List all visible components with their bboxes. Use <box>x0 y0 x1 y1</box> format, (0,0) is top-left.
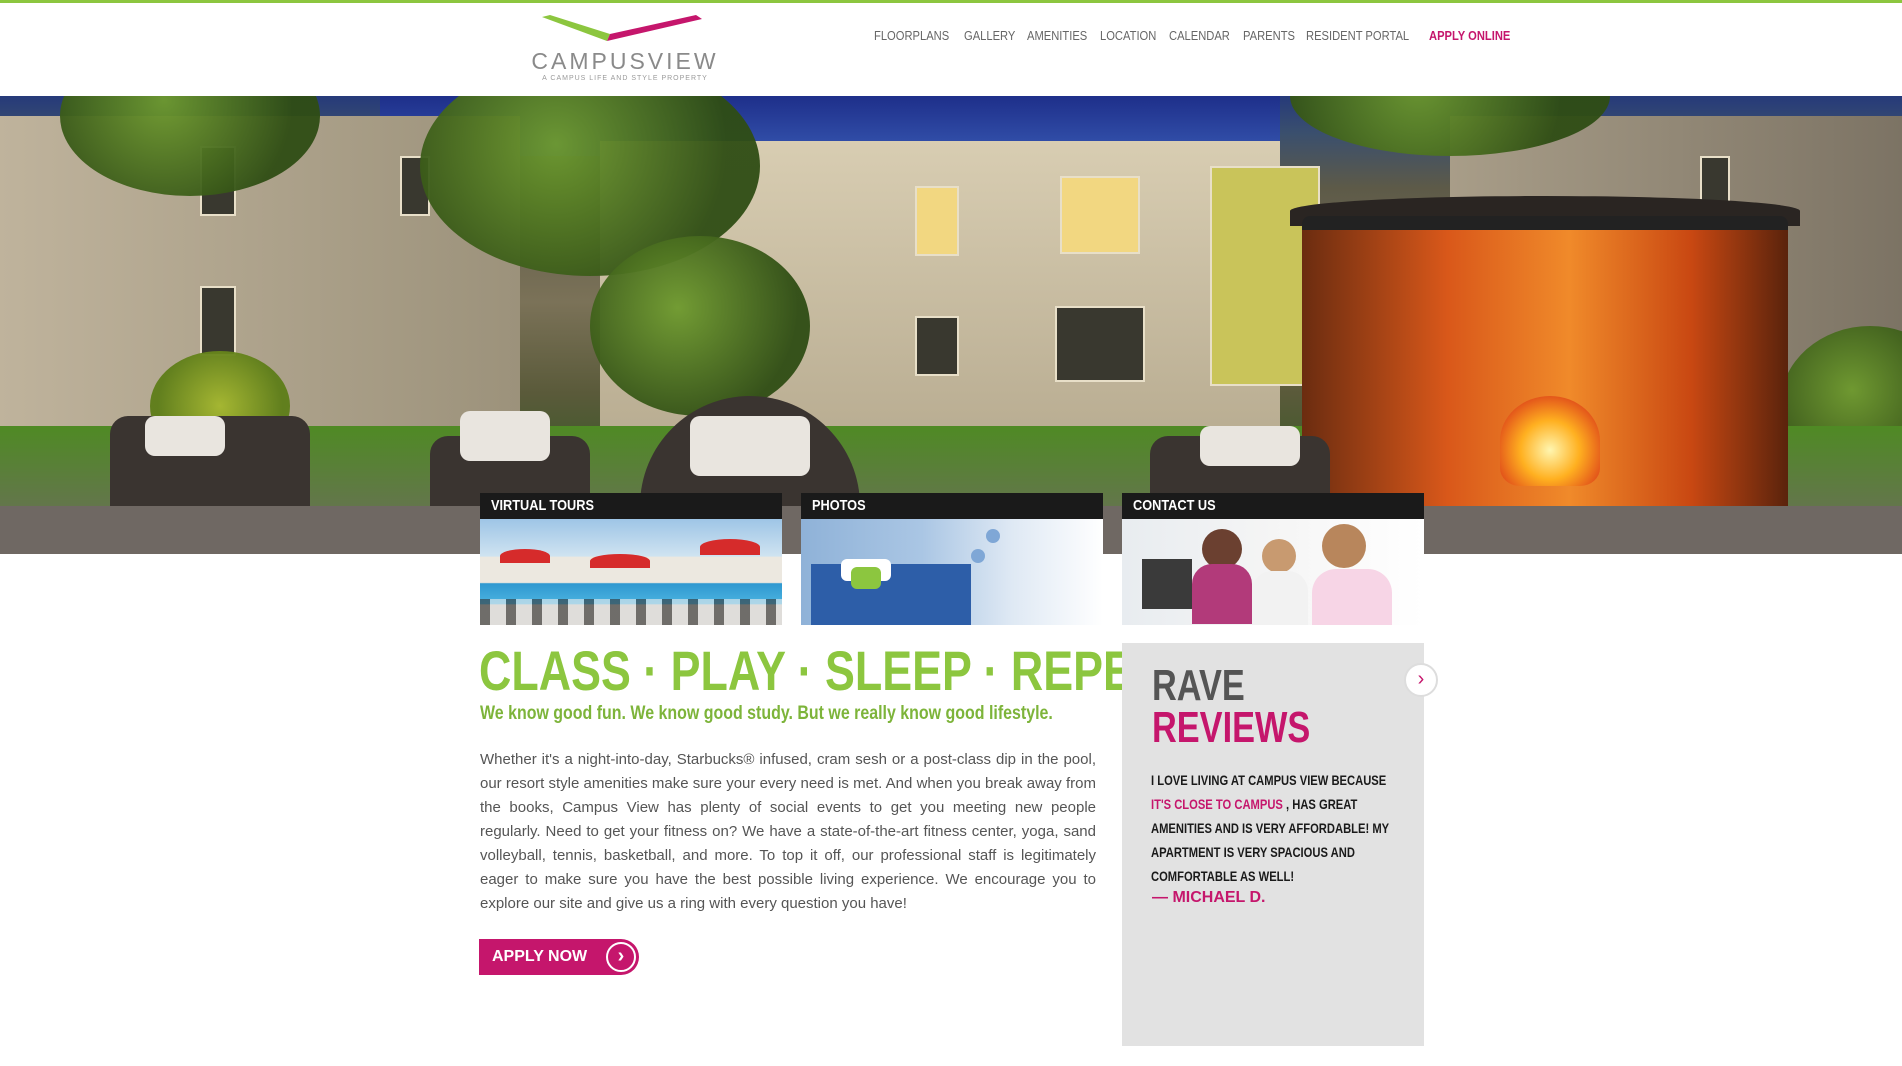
review-quote: I LOVE LIVING AT CAMPUS VIEW BECAUSE IT'… <box>1151 768 1391 888</box>
page-subhead: We know good fun. We know good study. Bu… <box>480 703 1053 724</box>
reviews-title-line2: REVIEWS <box>1152 703 1311 752</box>
nav-resident-portal[interactable]: RESIDENT PORTAL <box>1306 28 1409 48</box>
tile-photos[interactable]: PHOTOS <box>801 493 1103 625</box>
review-quote-text-start: I LOVE LIVING AT CAMPUS VIEW BECAUSE <box>1151 772 1387 788</box>
nav-floorplans[interactable]: FLOORPLANS <box>874 28 949 48</box>
logo-tagline: A CAMPUS LIFE AND STYLE PROPERTY <box>542 75 708 82</box>
tile-photos-image <box>801 519 1103 625</box>
logo-wordmark: CAMPUSVIEW <box>531 48 719 74</box>
site-header: CAMPUSVIEW A CAMPUS LIFE AND STYLE PROPE… <box>0 3 1902 96</box>
nav-amenities[interactable]: AMENITIES <box>1027 28 1087 48</box>
tile-virtual-tours-label: VIRTUAL TOURS <box>480 493 782 519</box>
review-author: — MICHAEL D. <box>1152 889 1266 906</box>
tile-contact-us-image <box>1122 519 1424 625</box>
campus-view-logo[interactable]: CAMPUSVIEW A CAMPUS LIFE AND STYLE PROPE… <box>512 15 738 87</box>
intro-paragraph: Whether it's a night-into-day, Starbucks… <box>480 751 1096 912</box>
nav-calendar[interactable]: CALENDAR <box>1169 28 1230 48</box>
hero-image <box>0 96 1902 554</box>
tile-virtual-tours-image <box>480 519 782 625</box>
tile-contact-us-label: CONTACT US <box>1122 493 1424 519</box>
nav-gallery[interactable]: GALLERY <box>964 28 1015 48</box>
nav-location[interactable]: LOCATION <box>1100 28 1156 48</box>
chevron-right-icon: › <box>606 942 636 972</box>
nav-apply-online[interactable]: APPLY ONLINE <box>1429 28 1510 48</box>
tile-photos-label: PHOTOS <box>801 493 1103 519</box>
main-nav: FLOORPLANS GALLERY AMENITIES LOCATION CA… <box>874 28 1515 48</box>
review-quote-highlight: IT'S CLOSE TO CAMPUS <box>1151 796 1283 812</box>
nav-parents[interactable]: PARENTS <box>1243 28 1295 48</box>
rave-reviews-panel: RAVE REVIEWS I LOVE LIVING AT CAMPUS VIE… <box>1122 643 1424 1046</box>
tile-contact-us[interactable]: CONTACT US <box>1122 493 1424 625</box>
chevron-right-icon[interactable]: › <box>1404 663 1438 697</box>
tile-virtual-tours[interactable]: VIRTUAL TOURS <box>480 493 782 625</box>
apply-now-button[interactable]: APPLY NOW › <box>479 939 639 975</box>
apply-now-label: APPLY NOW <box>492 948 588 965</box>
page-headline: CLASS · PLAY · SLEEP · REPEAT <box>479 639 1190 702</box>
